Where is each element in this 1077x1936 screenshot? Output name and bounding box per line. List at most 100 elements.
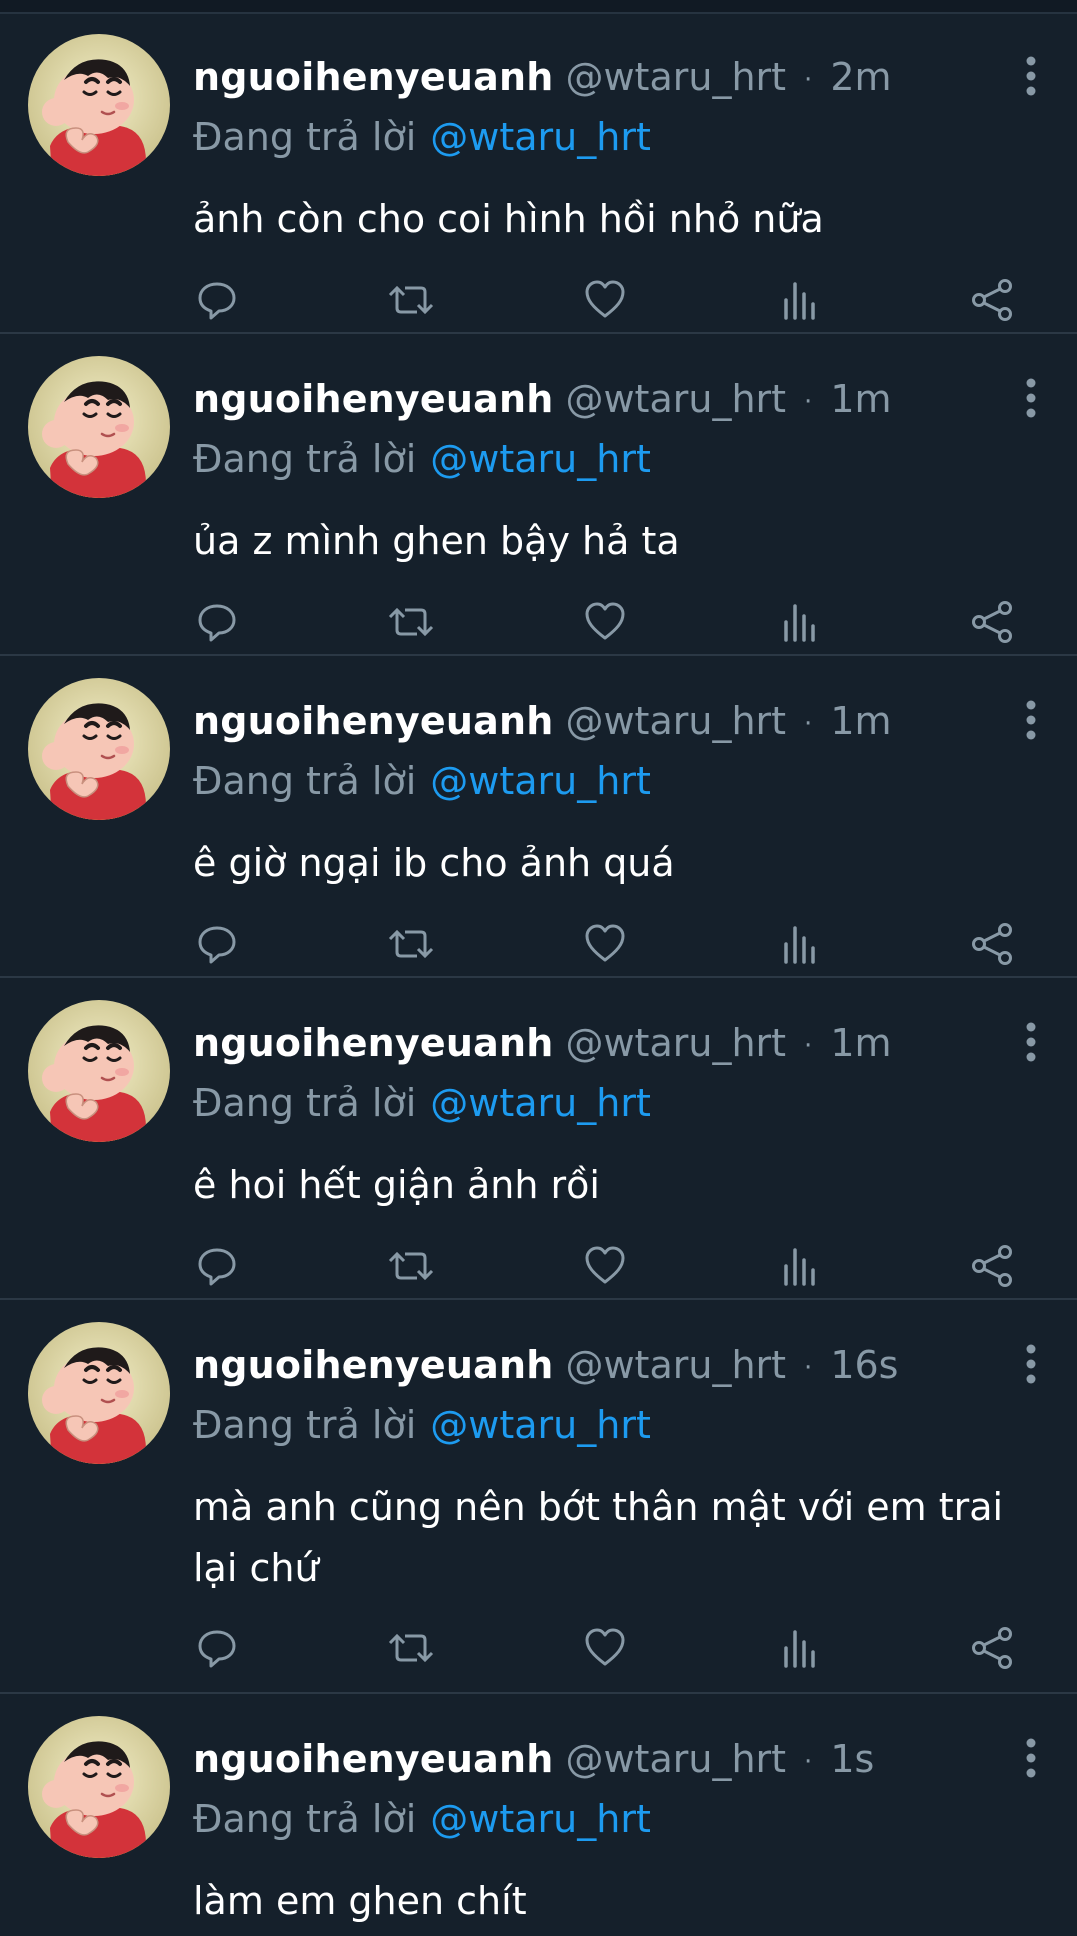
reply-icon[interactable]: [193, 276, 241, 324]
tweet-text: làm em ghen chít: [193, 1879, 527, 1923]
replying-to-mention[interactable]: @wtaru_hrt: [430, 1081, 651, 1125]
tweet-header: nguoihenyeuanh @wtaru_hrt · 16s: [193, 1340, 1077, 1390]
more-vertical-icon[interactable]: [1021, 1736, 1041, 1780]
more-vertical-icon[interactable]: [1021, 376, 1041, 420]
replying-to-mention[interactable]: @wtaru_hrt: [430, 1797, 651, 1841]
like-icon[interactable]: [581, 920, 629, 968]
tweet-text: ê hoi hết giận ảnh rồi: [193, 1163, 600, 1207]
tweet-text: mà anh cũng nên bớt thân mật với em trai…: [193, 1485, 1004, 1590]
avatar[interactable]: [28, 678, 170, 820]
timestamp[interactable]: 1m: [830, 1021, 891, 1065]
author-name[interactable]: nguoihenyeuanh: [193, 1021, 553, 1065]
tweet-text: ủa z mình ghen bậy hả ta: [193, 519, 680, 563]
replying-to-mention[interactable]: @wtaru_hrt: [430, 1403, 651, 1447]
avatar[interactable]: [28, 356, 170, 498]
top-bar: [0, 0, 1077, 14]
retweet-icon[interactable]: [387, 598, 435, 646]
tweet-header: nguoihenyeuanh @wtaru_hrt · 1m: [193, 696, 1077, 746]
replying-to: Đang trả lời @wtaru_hrt: [193, 756, 651, 806]
share-icon[interactable]: [969, 1242, 1017, 1290]
avatar[interactable]: [28, 1716, 170, 1858]
author-name[interactable]: nguoihenyeuanh: [193, 55, 553, 99]
tweet[interactable]: nguoihenyeuanh @wtaru_hrt · 1m Đang trả lời…: [0, 980, 1077, 1300]
author-name[interactable]: nguoihenyeuanh: [193, 699, 553, 743]
replying-to-mention[interactable]: @wtaru_hrt: [430, 437, 651, 481]
replying-to: Đang trả lời @wtaru_hrt: [193, 112, 651, 162]
separator-dot: ·: [804, 708, 813, 739]
replying-to-label: Đang trả lời: [193, 1081, 417, 1125]
tweet-actions: [193, 1624, 1033, 1674]
replying-to-mention[interactable]: @wtaru_hrt: [430, 115, 651, 159]
share-icon[interactable]: [969, 920, 1017, 968]
replying-to-label: Đang trả lời: [193, 115, 417, 159]
reply-icon[interactable]: [193, 1242, 241, 1290]
reply-icon[interactable]: [193, 1624, 241, 1672]
like-icon[interactable]: [581, 1624, 629, 1672]
share-icon[interactable]: [969, 276, 1017, 324]
replying-to: Đang trả lời @wtaru_hrt: [193, 1400, 651, 1450]
avatar[interactable]: [28, 1000, 170, 1142]
timestamp[interactable]: 16s: [830, 1343, 898, 1387]
avatar[interactable]: [28, 34, 170, 176]
tweet-header: nguoihenyeuanh @wtaru_hrt · 1m: [193, 374, 1077, 424]
tweet[interactable]: nguoihenyeuanh @wtaru_hrt · 2m Đang trả lời…: [0, 14, 1077, 334]
author-handle[interactable]: @wtaru_hrt: [565, 1021, 786, 1065]
author-name[interactable]: nguoihenyeuanh: [193, 1343, 553, 1387]
author-handle[interactable]: @wtaru_hrt: [565, 699, 786, 743]
replying-to-label: Đang trả lời: [193, 759, 417, 803]
views-icon[interactable]: [775, 1242, 823, 1290]
timestamp[interactable]: 1m: [830, 377, 891, 421]
like-icon[interactable]: [581, 1242, 629, 1290]
replying-to: Đang trả lời @wtaru_hrt: [193, 1794, 651, 1844]
views-icon[interactable]: [775, 276, 823, 324]
share-icon[interactable]: [969, 598, 1017, 646]
tweet-header: nguoihenyeuanh @wtaru_hrt · 1s: [193, 1734, 1077, 1784]
retweet-icon[interactable]: [387, 1242, 435, 1290]
replying-to: Đang trả lời @wtaru_hrt: [193, 434, 651, 484]
tweet[interactable]: nguoihenyeuanh @wtaru_hrt · 1m Đang trả lời…: [0, 336, 1077, 656]
tweet-text: ảnh còn cho coi hình hồi nhỏ nữa: [193, 197, 824, 241]
tweet[interactable]: nguoihenyeuanh @wtaru_hrt · 16s Đang trả lờ…: [0, 1302, 1077, 1694]
tweet-header: nguoihenyeuanh @wtaru_hrt · 2m: [193, 52, 1077, 102]
replying-to: Đang trả lời @wtaru_hrt: [193, 1078, 651, 1128]
retweet-icon[interactable]: [387, 276, 435, 324]
views-icon[interactable]: [775, 1624, 823, 1672]
replying-to-label: Đang trả lời: [193, 437, 417, 481]
timestamp[interactable]: 1s: [830, 1737, 874, 1781]
tweet-header: nguoihenyeuanh @wtaru_hrt · 1m: [193, 1018, 1077, 1068]
like-icon[interactable]: [581, 598, 629, 646]
like-icon[interactable]: [581, 276, 629, 324]
more-vertical-icon[interactable]: [1021, 54, 1041, 98]
more-vertical-icon[interactable]: [1021, 698, 1041, 742]
share-icon[interactable]: [969, 1624, 1017, 1672]
retweet-icon[interactable]: [387, 1624, 435, 1672]
replying-to-label: Đang trả lời: [193, 1403, 417, 1447]
author-name[interactable]: nguoihenyeuanh: [193, 377, 553, 421]
retweet-icon[interactable]: [387, 920, 435, 968]
views-icon[interactable]: [775, 598, 823, 646]
author-handle[interactable]: @wtaru_hrt: [565, 1343, 786, 1387]
author-handle[interactable]: @wtaru_hrt: [565, 55, 786, 99]
replying-to-mention[interactable]: @wtaru_hrt: [430, 759, 651, 803]
separator-dot: ·: [804, 1746, 813, 1777]
author-handle[interactable]: @wtaru_hrt: [565, 1737, 786, 1781]
avatar[interactable]: [28, 1322, 170, 1464]
tweet[interactable]: nguoihenyeuanh @wtaru_hrt · 1s Đang trả lời…: [0, 1696, 1077, 1936]
reply-icon[interactable]: [193, 920, 241, 968]
separator-dot: ·: [804, 64, 813, 95]
more-vertical-icon[interactable]: [1021, 1342, 1041, 1386]
tweet-actions: [193, 1242, 1033, 1292]
separator-dot: ·: [804, 386, 813, 417]
separator-dot: ·: [804, 1352, 813, 1383]
reply-icon[interactable]: [193, 598, 241, 646]
author-handle[interactable]: @wtaru_hrt: [565, 377, 786, 421]
timestamp[interactable]: 1m: [830, 699, 891, 743]
more-vertical-icon[interactable]: [1021, 1020, 1041, 1064]
tweet-actions: [193, 598, 1033, 648]
views-icon[interactable]: [775, 920, 823, 968]
tweet-text: ê giờ ngại ib cho ảnh quá: [193, 841, 675, 885]
timestamp[interactable]: 2m: [830, 55, 891, 99]
tweet[interactable]: nguoihenyeuanh @wtaru_hrt · 1m Đang trả lời…: [0, 658, 1077, 978]
author-name[interactable]: nguoihenyeuanh: [193, 1737, 553, 1781]
separator-dot: ·: [804, 1030, 813, 1061]
